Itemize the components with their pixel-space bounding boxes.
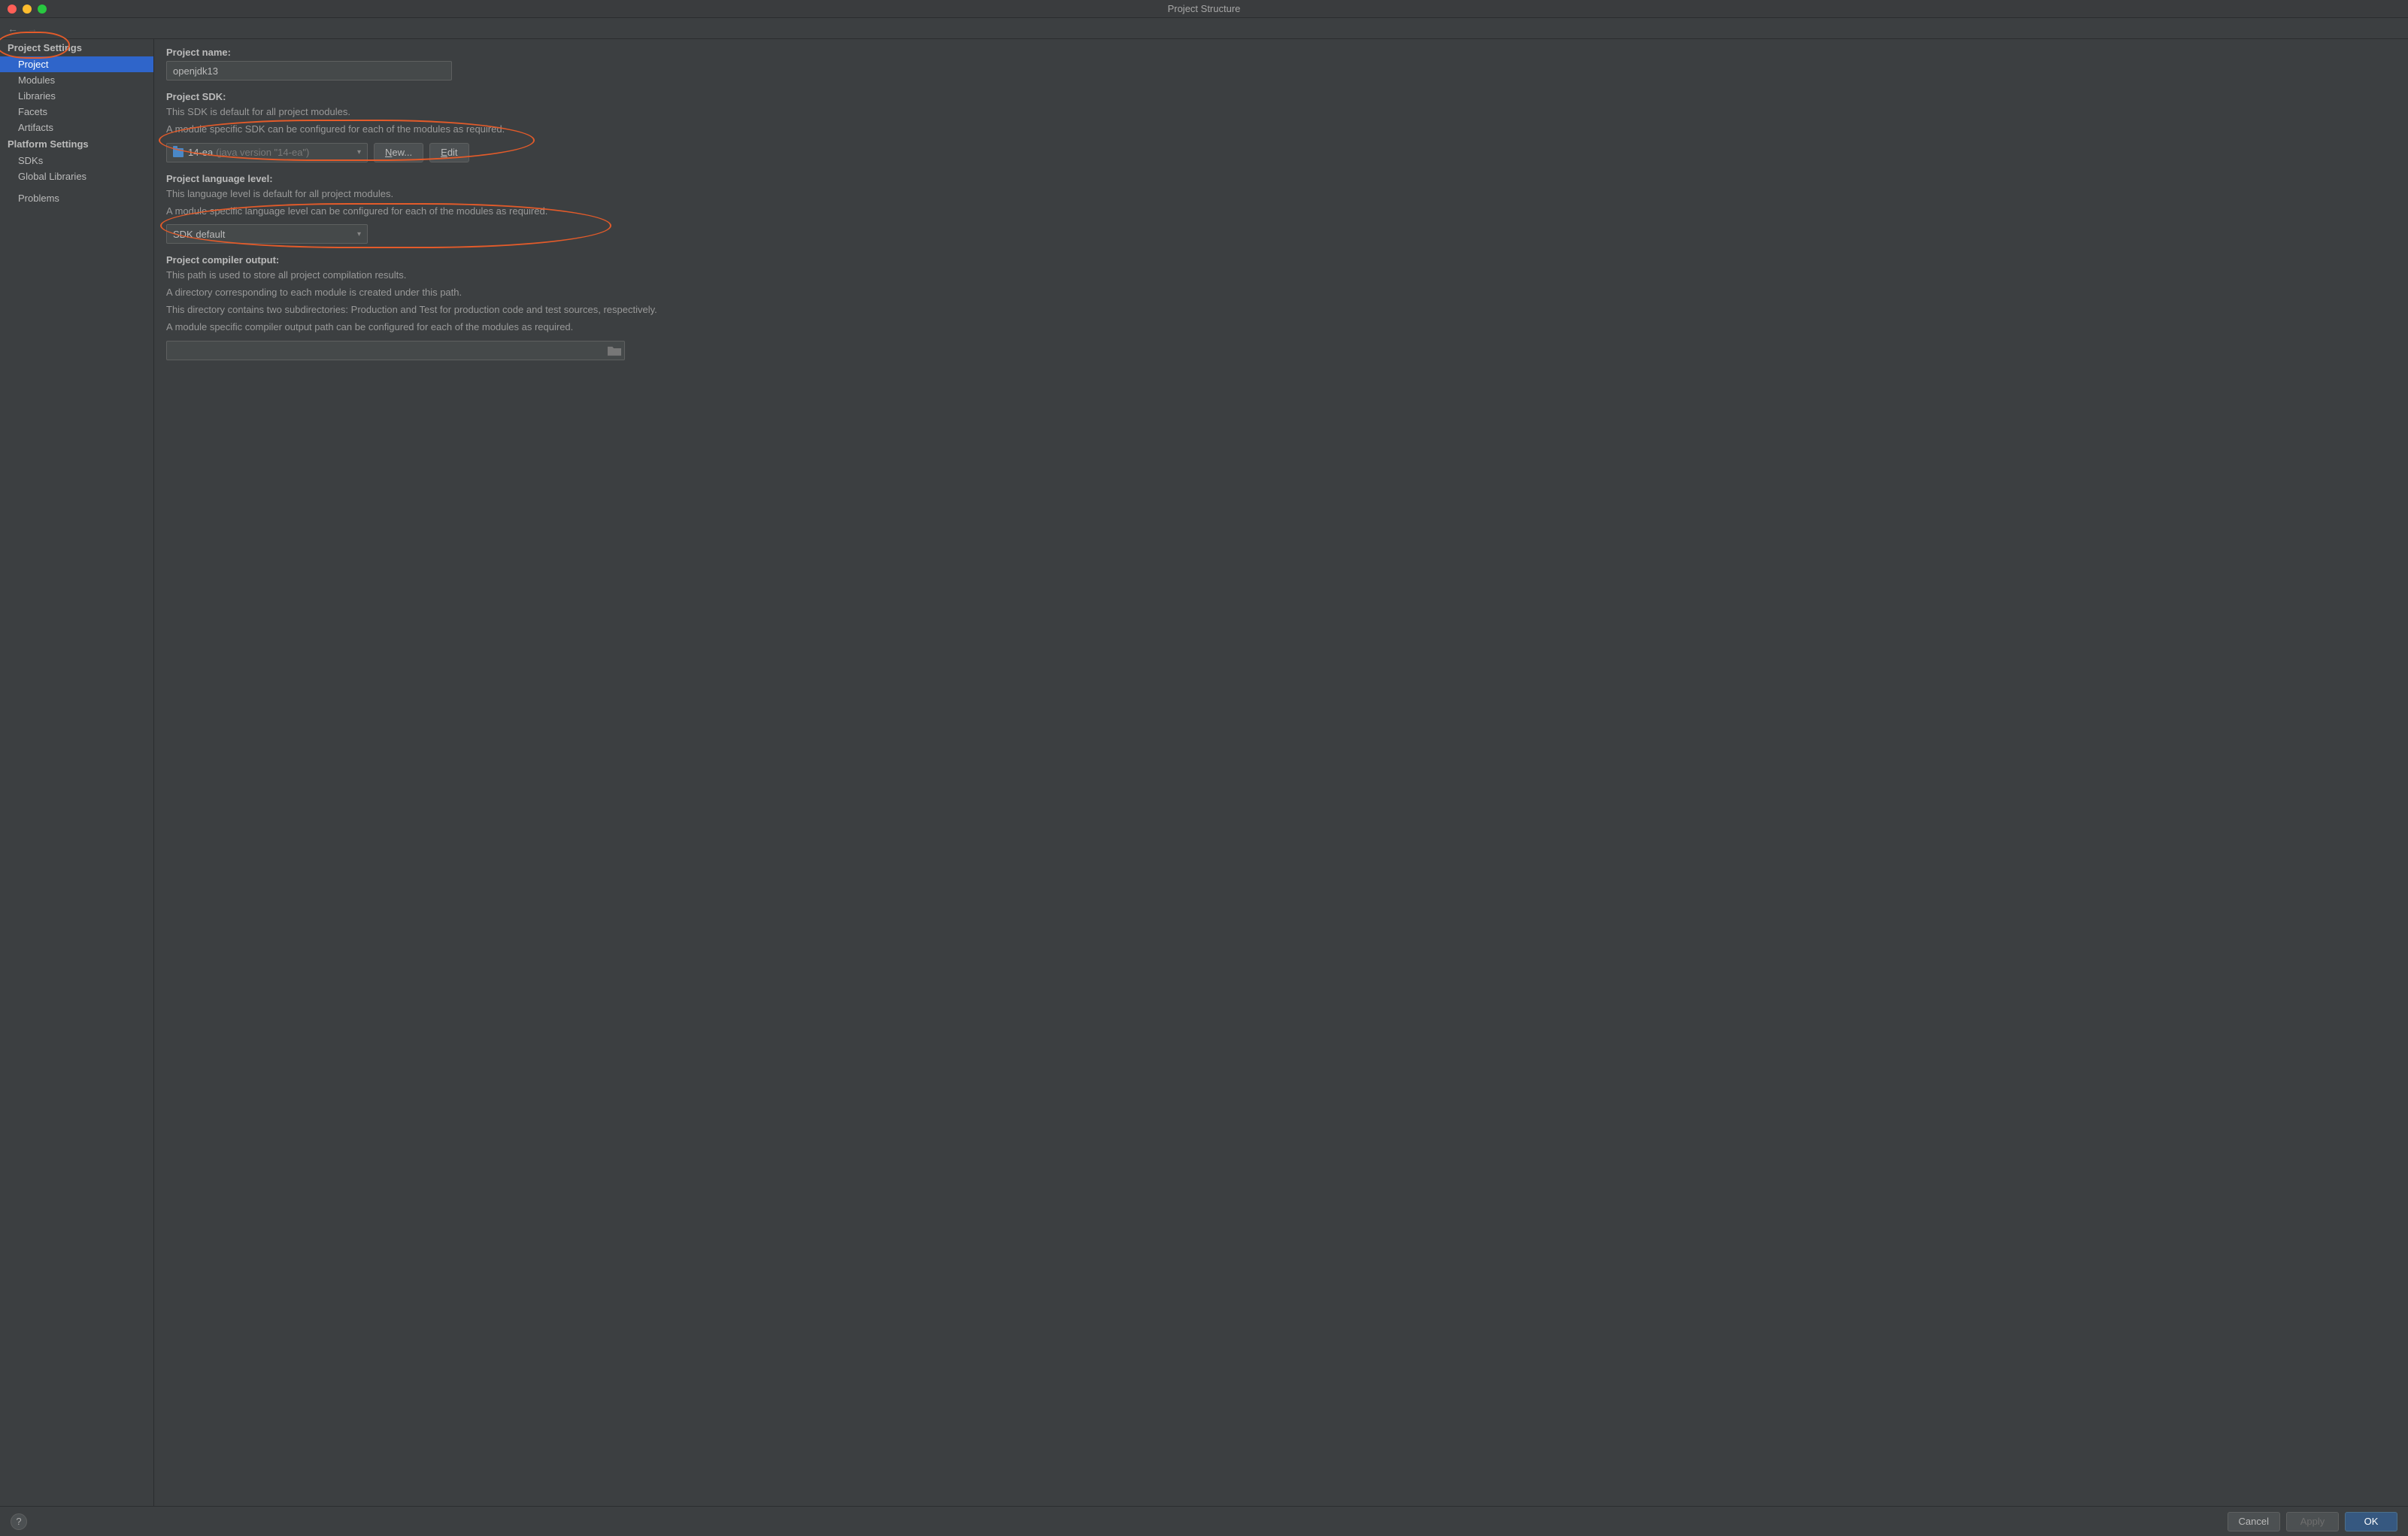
forward-icon[interactable]: → bbox=[27, 23, 38, 35]
window-controls bbox=[0, 5, 47, 14]
project-sdk-desc1: This SDK is default for all project modu… bbox=[166, 105, 2393, 120]
sidebar-heading-project-settings: Project Settings bbox=[0, 39, 153, 56]
sidebar: Project Settings Project Modules Librari… bbox=[0, 39, 154, 1506]
sidebar-item-libraries[interactable]: Libraries bbox=[0, 88, 153, 104]
language-level-block: Project language level: This language le… bbox=[166, 173, 2393, 244]
sidebar-item-modules[interactable]: Modules bbox=[0, 72, 153, 88]
sidebar-item-label: Artifacts bbox=[18, 122, 53, 133]
toolbar: ← → bbox=[0, 18, 2408, 39]
edit-sdk-button[interactable]: Edit bbox=[429, 143, 469, 162]
sidebar-heading-platform-settings: Platform Settings bbox=[0, 135, 153, 153]
sdk-folder-icon bbox=[173, 148, 183, 157]
project-name-block: Project name: openjdk13 bbox=[166, 47, 2393, 80]
help-button[interactable]: ? bbox=[11, 1513, 27, 1530]
new-sdk-button[interactable]: New... bbox=[374, 143, 423, 162]
chevron-down-icon: ▾ bbox=[357, 230, 361, 238]
compiler-output-path-field[interactable] bbox=[166, 341, 625, 360]
browse-folder-icon[interactable] bbox=[608, 345, 621, 356]
compiler-output-desc2: A directory corresponding to each module… bbox=[166, 286, 2393, 300]
language-level-desc2: A module specific language level can be … bbox=[166, 205, 2393, 219]
project-sdk-desc2: A module specific SDK can be configured … bbox=[166, 123, 2393, 137]
sidebar-item-facets[interactable]: Facets bbox=[0, 104, 153, 120]
cancel-button[interactable]: Cancel bbox=[2228, 1512, 2280, 1531]
sidebar-item-label: Global Libraries bbox=[18, 171, 86, 182]
minimize-window-button[interactable] bbox=[23, 5, 32, 14]
window-title: Project Structure bbox=[0, 3, 2408, 14]
footer: ? Cancel Apply OK bbox=[0, 1506, 2408, 1536]
sidebar-item-project[interactable]: Project bbox=[0, 56, 153, 72]
project-sdk-label: Project SDK: bbox=[166, 91, 2393, 102]
close-window-button[interactable] bbox=[8, 5, 17, 14]
back-icon[interactable]: ← bbox=[8, 23, 18, 35]
project-sdk-value: 14-ea bbox=[188, 147, 213, 158]
content-pane: Project name: openjdk13 Project SDK: Thi… bbox=[154, 39, 2408, 1506]
compiler-output-desc1: This path is used to store all project c… bbox=[166, 269, 2393, 283]
project-sdk-block: Project SDK: This SDK is default for all… bbox=[166, 91, 2393, 162]
sidebar-item-label: Libraries bbox=[18, 90, 56, 102]
language-level-combobox[interactable]: SDK default ▾ bbox=[166, 224, 368, 244]
sidebar-item-problems[interactable]: Problems bbox=[0, 190, 153, 206]
sidebar-item-label: Modules bbox=[18, 74, 55, 86]
language-level-desc1: This language level is default for all p… bbox=[166, 187, 2393, 202]
compiler-output-block: Project compiler output: This path is us… bbox=[166, 254, 2393, 360]
compiler-output-desc4: A module specific compiler output path c… bbox=[166, 320, 2393, 335]
compiler-output-input[interactable] bbox=[167, 342, 608, 360]
sidebar-item-label: SDKs bbox=[18, 155, 43, 166]
sidebar-item-label: Facets bbox=[18, 106, 47, 117]
language-level-label: Project language level: bbox=[166, 173, 2393, 184]
titlebar: Project Structure bbox=[0, 0, 2408, 18]
sidebar-item-label: Problems bbox=[18, 193, 59, 204]
zoom-window-button[interactable] bbox=[38, 5, 47, 14]
chevron-down-icon: ▾ bbox=[357, 148, 361, 156]
project-name-value: openjdk13 bbox=[173, 65, 218, 77]
sidebar-item-sdks[interactable]: SDKs bbox=[0, 153, 153, 168]
project-sdk-combobox[interactable]: 14-ea (java version "14-ea") ▾ bbox=[166, 143, 368, 162]
compiler-output-desc3: This directory contains two subdirectori… bbox=[166, 303, 2393, 317]
project-name-label: Project name: bbox=[166, 47, 2393, 58]
sidebar-item-label: Project bbox=[18, 59, 48, 70]
sidebar-item-artifacts[interactable]: Artifacts bbox=[0, 120, 153, 135]
apply-button[interactable]: Apply bbox=[2286, 1512, 2339, 1531]
language-level-value: SDK default bbox=[173, 229, 225, 240]
sidebar-item-global-libraries[interactable]: Global Libraries bbox=[0, 168, 153, 184]
compiler-output-label: Project compiler output: bbox=[166, 254, 2393, 266]
project-name-input[interactable]: openjdk13 bbox=[166, 61, 452, 80]
project-sdk-suffix: (java version "14-ea") bbox=[216, 147, 309, 158]
ok-button[interactable]: OK bbox=[2345, 1512, 2397, 1531]
